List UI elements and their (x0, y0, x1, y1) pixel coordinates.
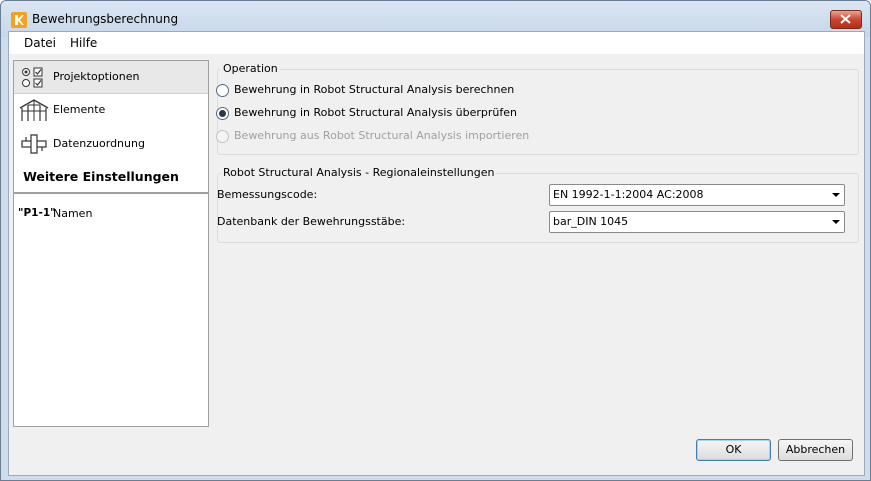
radio-label: Bewehrung in Robot Structural Analysis b… (234, 83, 515, 96)
menu-bar: Datei Hilfe (9, 32, 864, 54)
sidebar-item-label: Datenzuordnung (53, 137, 145, 150)
menu-datei[interactable]: Datei (24, 36, 56, 50)
sidebar-item-label: Projektoptionen (53, 70, 140, 83)
dialog-window: Bewehrungsberechnung Datei Hilfe Projekt… (0, 0, 871, 481)
sidebar-item-elemente[interactable]: Elemente (14, 94, 208, 126)
operation-group-title: Operation (221, 62, 280, 75)
sidebar-separator (14, 192, 208, 194)
close-icon (840, 14, 851, 24)
regional-settings-group-title: Robot Structural Analysis - Regionaleins… (221, 166, 497, 179)
chevron-down-icon (832, 193, 840, 197)
chevron-down-icon (832, 220, 840, 224)
bar-database-select[interactable]: bar_DIN 1045 (549, 211, 845, 233)
design-code-label: Bemessungscode: (217, 188, 318, 201)
app-logo-icon (11, 12, 27, 28)
sidebar: Projektoptionen Elemente Datenzuordnung (13, 60, 209, 427)
sidebar-item-label: Elemente (53, 103, 106, 116)
bar-database-label: Datenbank der Bewehrungsstäbe: (217, 215, 406, 228)
menu-hilfe[interactable]: Hilfe (70, 36, 97, 50)
radio-button (216, 130, 229, 143)
radio-label: Bewehrung aus Robot Structural Analysis … (234, 129, 530, 142)
ok-button[interactable]: OK (696, 439, 771, 461)
radio-button[interactable] (216, 107, 229, 120)
sidebar-item-datenzuordnung[interactable]: Datenzuordnung (14, 128, 208, 160)
names-icon: "P1-1" (18, 207, 56, 219)
close-button[interactable] (830, 10, 862, 29)
sidebar-section-heading: Weitere Einstellungen (23, 169, 179, 184)
options-icon (22, 67, 43, 88)
bar-database-value: bar_DIN 1045 (553, 215, 629, 228)
cancel-button[interactable]: Abbrechen (778, 439, 853, 461)
structure-elements-icon (19, 99, 49, 121)
sidebar-item-namen[interactable]: Namen (53, 207, 92, 220)
window-title: Bewehrungsberechnung (32, 12, 179, 26)
sidebar-item-projektoptionen[interactable]: Projektoptionen (14, 61, 208, 94)
design-code-select[interactable]: EN 1992-1-1:2004 AC:2008 (549, 184, 845, 206)
radio-button[interactable] (216, 84, 229, 97)
design-code-value: EN 1992-1-1:2004 AC:2008 (553, 188, 704, 201)
data-mapping-icon (21, 134, 47, 154)
radio-label: Bewehrung in Robot Structural Analysis ü… (234, 106, 518, 119)
